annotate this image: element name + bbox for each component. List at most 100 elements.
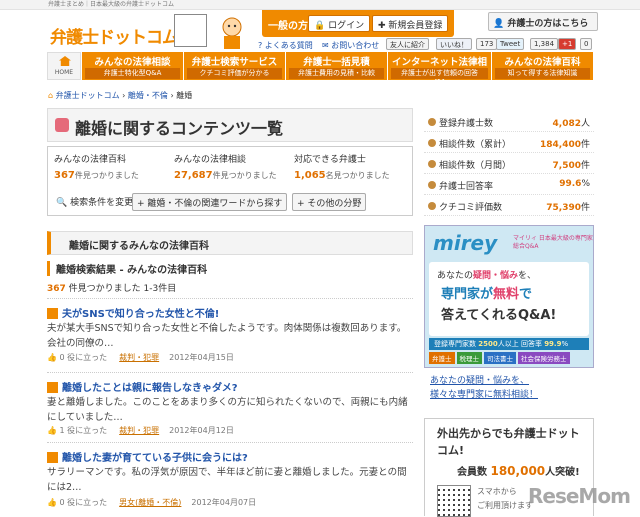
nav-item-estimate[interactable]: 弁護士一括見積 弁護士費用の見積・比較	[285, 52, 387, 80]
review-icon	[428, 202, 436, 210]
gplus-count: 0	[580, 38, 593, 50]
nav-sub: 弁護士が出す信頼の回答	[391, 68, 488, 79]
lawyer-button-label: 弁護士の方はこちら	[507, 19, 589, 29]
ad-tag: 税理士	[456, 352, 482, 364]
change-conditions-button[interactable]: 🔍 検索条件を変更	[52, 193, 137, 211]
promo-mobile: スマホから ご利用頂けます	[477, 485, 533, 513]
section-header: 離婚に関するみんなの法律百科	[47, 231, 413, 255]
lawyer-login-button[interactable]: 👤 弁護士の方はこちら	[488, 12, 598, 31]
ad-tag: 司法書士	[484, 352, 516, 364]
stat-consultations[interactable]: みんなの法律相談 27,687件見つかりました	[174, 152, 277, 181]
article-date: 2012年04月15日	[169, 353, 234, 362]
ad-text: で	[519, 287, 533, 302]
sidebar-stat: クチコミ評価数 75,390件	[424, 196, 594, 216]
promo-text: 人突破!	[545, 467, 580, 478]
helpful-label: 役に立った	[67, 353, 108, 362]
ad-text: あなたの	[437, 271, 474, 281]
ad-tag: 社会保険労務士	[518, 352, 570, 364]
related-words-button[interactable]: + 離婚・不倫の関連ワードから探す	[132, 193, 288, 211]
stat-unit: 件	[580, 140, 590, 150]
breadcrumb-category[interactable]: 離婚・不倫	[128, 91, 168, 100]
faq-link[interactable]: ? よくある質問	[258, 40, 313, 51]
main-nav: HOME みんなの法律相談 弁護士特化型Q&A 弁護士検索サービス クチコミ評価が分…	[47, 52, 593, 82]
stat-lawyers[interactable]: 対応できる弁護士 1,065名見つかりました	[294, 152, 390, 181]
chat-icon	[428, 160, 436, 168]
breadcrumb: ⌂ 弁護士ドットコム › 離婚・不倫 › 離婚	[48, 91, 193, 100]
home-icon: ⌂	[48, 91, 54, 100]
breadcrumb-home[interactable]: 弁護士ドットコム	[56, 91, 120, 100]
ad-line1: あなたの疑問・悩みを、	[437, 268, 536, 281]
article-body: 夫が某大手SNSで知り合った女性と不倫したようです。肉体関係は複数回あります。会…	[47, 323, 407, 349]
ad-text: を、	[518, 271, 537, 281]
friend-invite-button[interactable]: 友人に紹介	[386, 38, 429, 50]
contact-link[interactable]: ✉ お問い合わせ	[322, 40, 379, 51]
ad-tags: 弁護士 税理士 司法書士 社会保険労務士	[429, 352, 593, 364]
nav-item-internet[interactable]: インターネット法律相談弁護士が出す信頼の回答	[387, 52, 491, 82]
helpful-count: 0	[59, 353, 65, 362]
facebook-like-button[interactable]: いいね！	[436, 38, 472, 50]
tweet-button[interactable]: Tweet	[496, 38, 525, 50]
contact-label: お問い合わせ	[331, 41, 380, 50]
article-title[interactable]: 離婚したことは親に報告しなきゃダメ?	[47, 379, 238, 394]
ad-text: 人以上 回答率	[497, 340, 542, 348]
stat-value: 4,082	[552, 119, 581, 129]
ad-text: 専門家が	[441, 287, 494, 302]
ad-text: 疑問・悩み	[473, 271, 519, 281]
ad-text-link[interactable]: あなたの疑問・悩みを、 様々な専門家に無料相談！	[430, 374, 538, 402]
qr-code	[174, 14, 207, 47]
other-fields-button[interactable]: + その他の分野	[292, 193, 367, 211]
other-label: その他の分野	[307, 199, 362, 209]
nav-sub: 知って得する法律知識	[495, 68, 590, 79]
nav-item-qa[interactable]: みんなの法律相談 弁護士特化型Q&A	[81, 52, 183, 80]
stat-unit: %	[581, 179, 590, 189]
nav-title: みんなの法律相談	[94, 57, 171, 68]
register-label: 新規会員登録	[388, 21, 443, 31]
mirey-ad-banner[interactable]: mirey マイリィ 日本最大級の専門家総合Q&A あなたの疑問・悩みを、 専門…	[424, 225, 594, 368]
nav-item-search[interactable]: 弁護士検索サービス クチコミ評価が分かる	[183, 52, 285, 80]
change-label: 検索条件を変更	[70, 198, 134, 208]
stat-label: クチコミ評価数	[439, 203, 503, 213]
promo-text: 会員数	[457, 467, 487, 478]
stat-encyclopedia[interactable]: みんなの法律百科 367件見つかりました	[54, 152, 139, 181]
ad-line3: 答えてくれるQ&A!	[441, 308, 557, 323]
article-meta: 👍 1 役に立った 裁判・犯罪 2012年04月12日	[47, 426, 234, 435]
stat-value: 99.6	[559, 179, 582, 189]
login-label: ログイン	[328, 21, 365, 31]
ad-text: %	[561, 340, 569, 348]
ad-text: 99.9	[544, 340, 562, 348]
register-button[interactable]: ✚ 新規会員登録	[372, 15, 449, 32]
category-link[interactable]: 裁判・犯罪	[119, 426, 159, 435]
section-title: 離婚に関するみんなの法律百科	[69, 241, 209, 252]
stat-label: みんなの法律相談	[174, 155, 247, 165]
member-box: 一般の方 🔒 ログイン ✚ 新規会員登録	[262, 10, 454, 37]
login-button[interactable]: 🔒 ログイン	[308, 15, 371, 32]
lawyer-icon	[428, 118, 436, 126]
article-title[interactable]: 夫がSNSで知り合った女性と不倫!	[47, 305, 219, 320]
nav-title: 弁護士一括見積	[303, 57, 370, 68]
stat-unit: 件見つかりました	[212, 171, 277, 180]
article-date: 2012年04月07日	[191, 498, 257, 507]
category-link[interactable]: 男女(離婚・不倫)	[119, 498, 181, 507]
article-meta: 👍 0 役に立った 裁判・犯罪 2012年04月15日	[47, 353, 234, 362]
results-count: 367 件見つかりました 1-3件目	[47, 281, 176, 294]
stat-label: 弁護士回答率	[439, 182, 494, 192]
nav-home-label: HOME	[54, 69, 74, 76]
stat-unit: 人	[580, 119, 590, 129]
nav-home[interactable]: HOME	[47, 52, 81, 80]
stat-unit: 名見つかりました	[325, 171, 390, 180]
article-meta: 👍 0 役に立った 男女(離婚・不倫) 2012年04月07日	[47, 498, 257, 507]
breadcrumb-current: 離婚	[176, 91, 193, 100]
article-title[interactable]: 離婚した妻が育てている子供に会うには?	[47, 449, 248, 464]
category-link[interactable]: 裁判・犯罪	[119, 353, 159, 362]
count-text: 件見つかりました 1-3件目	[68, 284, 177, 294]
site-logo[interactable]: 弁護士ドットコム	[50, 23, 179, 48]
nav-item-encyclopedia[interactable]: みんなの法律百科 知って得する法律知識	[491, 52, 593, 80]
promo-text: 180,000	[490, 464, 546, 478]
nav-sub: クチコミ評価が分かる	[187, 68, 282, 79]
chat-icon	[428, 139, 436, 147]
stat-label: 対応できる弁護士	[294, 155, 366, 165]
gplus-button[interactable]: +1	[558, 38, 577, 50]
count-value: 367	[47, 284, 66, 294]
faq-label: よくある質問	[264, 41, 313, 50]
stat-unit: 件	[580, 203, 590, 213]
